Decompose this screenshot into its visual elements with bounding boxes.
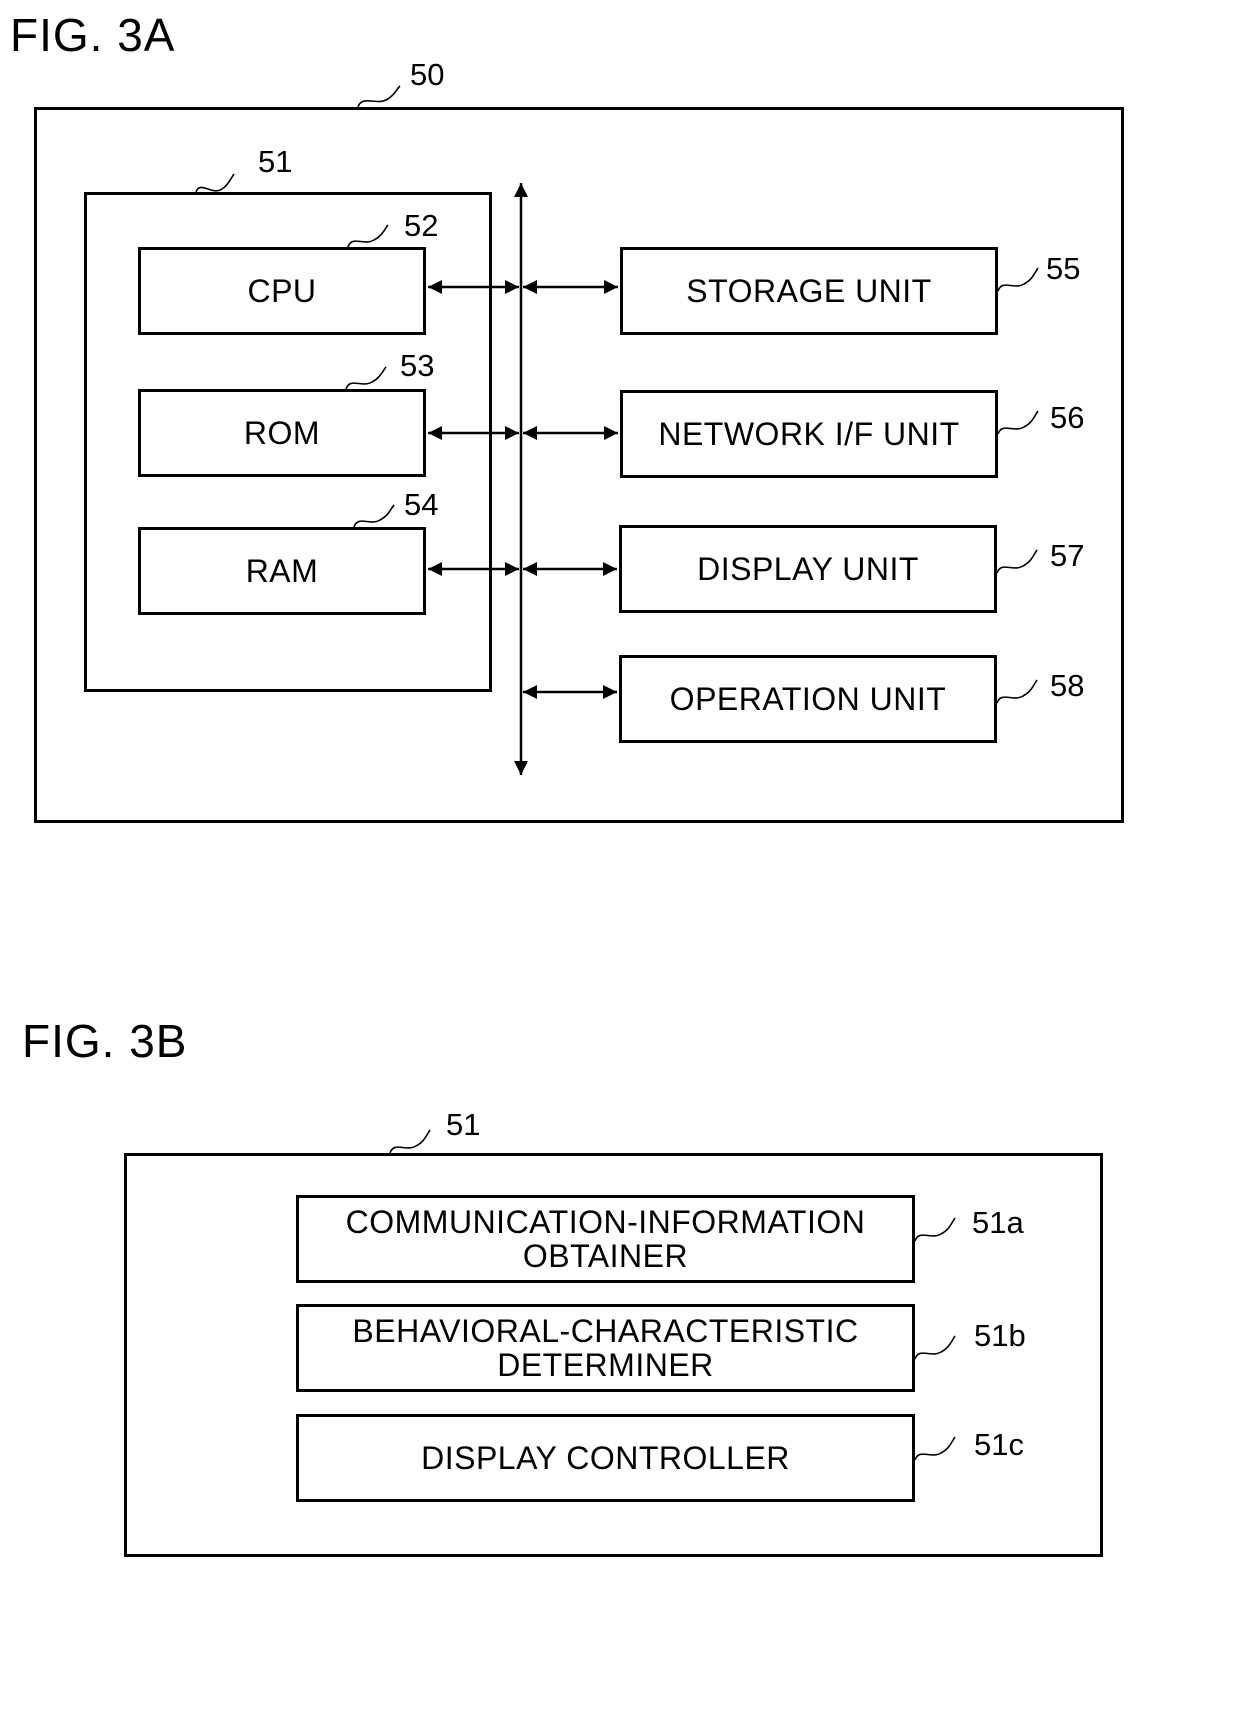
determiner-ref-label: 51b xyxy=(974,1318,1026,1353)
network-unit-ref-label: 56 xyxy=(1050,400,1085,435)
figure-3a-title: FIG. 3A xyxy=(10,9,176,61)
device-ref-label: 50 xyxy=(410,57,445,92)
behavioral-characteristic-determiner-box: BEHAVIORAL-CHARACTERISTIC DETERMINER xyxy=(296,1304,915,1392)
network-unit-box: NETWORK I/F UNIT xyxy=(620,390,998,478)
behavioral-characteristic-determiner-label: BEHAVIORAL-CHARACTERISTIC DETERMINER xyxy=(352,1313,859,1383)
controller-detail-leader-line xyxy=(389,1129,431,1154)
display-unit-box: DISPLAY UNIT xyxy=(619,525,997,613)
display-unit-ref-label: 57 xyxy=(1050,538,1085,573)
rom-ref-label: 53 xyxy=(400,348,435,383)
display-controller-box: DISPLAY CONTROLLER xyxy=(296,1414,915,1502)
storage-unit-box: STORAGE UNIT xyxy=(620,247,998,335)
communication-information-obtainer-box: COMMUNICATION-INFORMATION OBTAINER xyxy=(296,1195,915,1283)
rom-label: ROM xyxy=(243,415,321,451)
operation-unit-label: OPERATION UNIT xyxy=(669,681,947,717)
display-unit-label: DISPLAY UNIT xyxy=(697,551,919,587)
storage-unit-ref-label: 55 xyxy=(1046,251,1081,286)
operation-unit-box: OPERATION UNIT xyxy=(619,655,997,743)
cpu-ref-label: 52 xyxy=(404,208,439,243)
cpu-label: CPU xyxy=(247,273,317,309)
ram-label: RAM xyxy=(245,553,319,589)
display-controller-label: DISPLAY CONTROLLER xyxy=(421,1440,790,1476)
rom-box: ROM xyxy=(138,389,426,477)
obtainer-ref-label: 51a xyxy=(972,1205,1024,1240)
operation-unit-ref-label: 58 xyxy=(1050,668,1085,703)
figure-3b-title: FIG. 3B xyxy=(22,1015,188,1067)
communication-information-obtainer-label: COMMUNICATION-INFORMATION OBTAINER xyxy=(345,1204,866,1274)
device-leader-line xyxy=(357,85,401,108)
ram-box: RAM xyxy=(138,527,426,615)
network-unit-label: NETWORK I/F UNIT xyxy=(658,416,960,452)
cpu-box: CPU xyxy=(138,247,426,335)
controller-ref-label: 51 xyxy=(258,144,293,179)
storage-unit-label: STORAGE UNIT xyxy=(686,273,932,309)
display-controller-ref-label: 51c xyxy=(974,1427,1024,1462)
ram-ref-label: 54 xyxy=(404,487,439,522)
controller-detail-ref-label: 51 xyxy=(446,1107,481,1142)
